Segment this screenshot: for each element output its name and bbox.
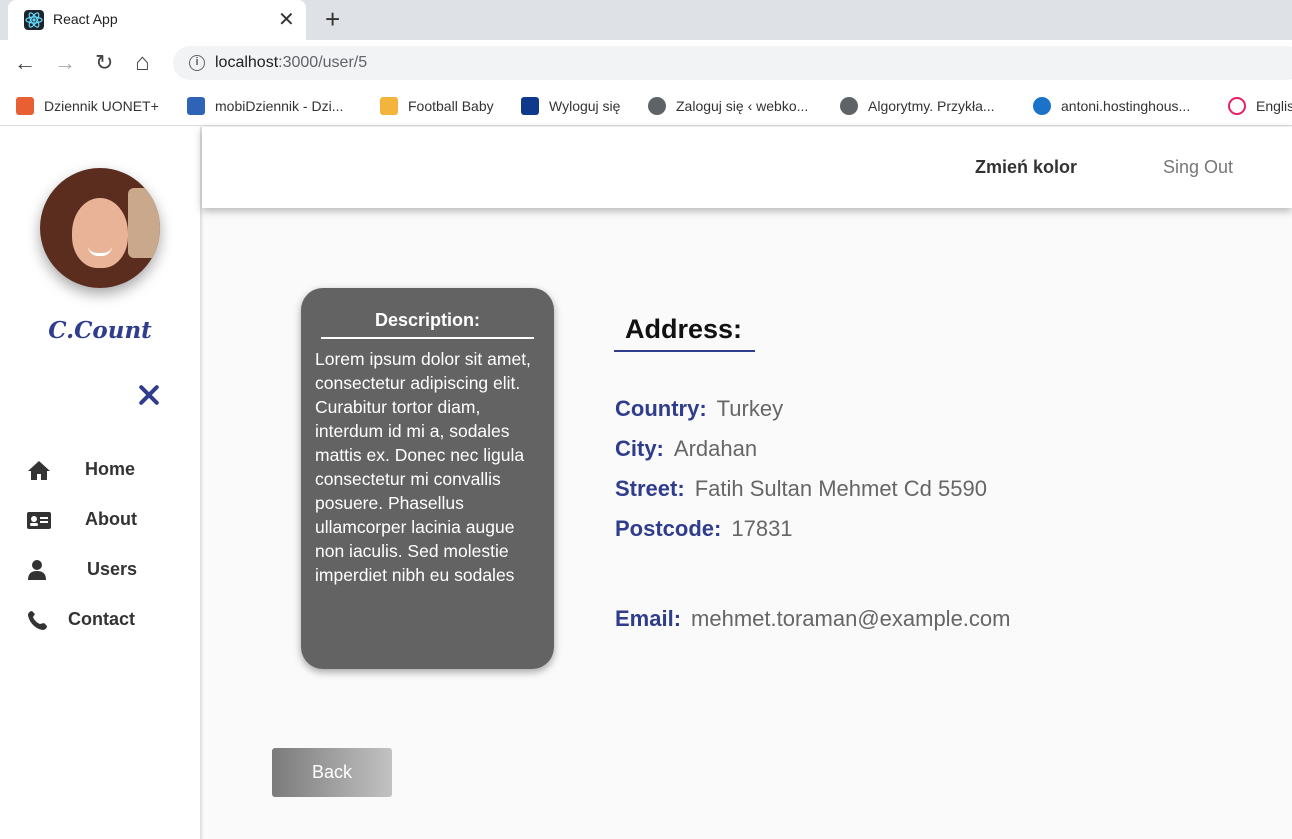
- user-icon: [26, 559, 52, 581]
- postcode-value: 17831: [731, 516, 793, 541]
- bookmark-item[interactable]: Algorytmy. Przykła...: [840, 95, 995, 117]
- phone-icon: [26, 609, 52, 631]
- new-tab-button[interactable]: +: [325, 5, 340, 33]
- sign-out-button[interactable]: Sing Out: [1163, 157, 1233, 178]
- street-label: Street:: [615, 476, 685, 501]
- city-value: Ardahan: [673, 436, 758, 461]
- bookmark-item[interactable]: mobiDziennik - Dzi...: [187, 95, 343, 117]
- street-field: Street: Fatih Sultan Mehmet Cd 5590: [615, 476, 987, 502]
- close-menu-icon[interactable]: [136, 382, 162, 408]
- back-button[interactable]: Back: [272, 748, 392, 797]
- bookmark-label: mobiDziennik - Dzi...: [215, 98, 344, 114]
- bookmark-favicon-icon: [16, 97, 34, 115]
- bookmark-item[interactable]: Englis: [1228, 95, 1292, 117]
- country-label: Country:: [615, 396, 707, 421]
- browser-tab[interactable]: React App ✕: [8, 0, 306, 40]
- id-card-icon: [26, 509, 52, 531]
- react-logo-icon: [24, 10, 44, 30]
- sidebar-item-label: Home: [85, 459, 136, 479]
- sidebar-item-about[interactable]: About: [26, 505, 186, 537]
- bookmark-label: Dziennik UONET+: [44, 98, 159, 114]
- url-path: :3000/user/5: [278, 54, 368, 71]
- bookmark-favicon-icon: [1228, 97, 1246, 115]
- brand-logo: C.Count: [48, 317, 152, 344]
- sidebar-item-contact[interactable]: Contact: [26, 605, 186, 637]
- sidebar-item-home[interactable]: Home: [26, 455, 186, 487]
- tab-title: React App: [53, 11, 118, 27]
- sidebar-item-label: Users: [87, 559, 138, 579]
- bookmark-label: Football Baby: [408, 98, 494, 114]
- bookmark-label: Wyloguj się: [549, 98, 621, 114]
- bookmark-item[interactable]: Football Baby: [380, 95, 494, 117]
- sidebar: C.Count Home About Users Contact: [0, 127, 200, 839]
- url-host: localhost: [215, 54, 279, 71]
- bookmarks-bar: Dziennik UONET+ mobiDziennik - Dzi... Fo…: [0, 87, 1292, 126]
- browser-toolbar: ← → ↻ ⌂ i localhost:3000/user/5: [0, 40, 1292, 87]
- bookmark-label: antoni.hostinghous...: [1061, 98, 1191, 114]
- description-title: Description:: [321, 310, 534, 339]
- email-value: mehmet.toraman@example.com: [691, 606, 1011, 631]
- bookmark-favicon-icon: [521, 97, 539, 115]
- address-title: Address:: [614, 314, 755, 352]
- bookmark-label: Algorytmy. Przykła...: [868, 98, 995, 114]
- email-label: Email:: [615, 606, 682, 631]
- country-value: Turkey: [716, 396, 784, 421]
- reload-icon[interactable]: ↻: [95, 51, 113, 75]
- url-text[interactable]: localhost:3000/user/5: [215, 54, 367, 72]
- street-value: Fatih Sultan Mehmet Cd 5590: [694, 476, 987, 501]
- postcode-field: Postcode: 17831: [615, 516, 793, 542]
- browser-tab-bar: React App ✕ +: [0, 0, 1292, 40]
- bookmark-item[interactable]: Wyloguj się: [521, 95, 620, 117]
- description-card: Description: Lorem ipsum dolor sit amet,…: [301, 288, 554, 669]
- home-icon: [26, 459, 52, 481]
- back-arrow-icon[interactable]: ←: [14, 51, 36, 75]
- description-text: Lorem ipsum dolor sit amet, consectetur …: [315, 349, 531, 585]
- city-field: City: Ardahan: [615, 436, 757, 462]
- bookmark-item[interactable]: antoni.hostinghous...: [1033, 95, 1190, 117]
- address-bar[interactable]: i localhost:3000/user/5: [173, 46, 1292, 80]
- bookmark-label: Englis: [1256, 98, 1292, 114]
- globe-icon: [840, 97, 858, 115]
- email-field: Email: mehmet.toraman@example.com: [615, 606, 1010, 632]
- bookmark-favicon-icon: [187, 97, 205, 115]
- bookmark-favicon-icon: [1033, 97, 1051, 115]
- globe-icon: [648, 97, 666, 115]
- avatar: [40, 168, 160, 288]
- bookmark-item[interactable]: Dziennik UONET+: [16, 95, 159, 117]
- app-header: Zmień kolor Sing Out: [202, 127, 1292, 208]
- sidebar-item-label: Contact: [68, 609, 135, 629]
- tab-close-icon[interactable]: ✕: [278, 7, 295, 32]
- country-field: Country: Turkey: [615, 396, 783, 422]
- bookmark-item[interactable]: Zaloguj się ‹ webko...: [648, 95, 808, 117]
- bookmark-favicon-icon: [380, 97, 398, 115]
- forward-arrow-icon[interactable]: →: [54, 51, 76, 75]
- postcode-label: Postcode:: [615, 516, 722, 541]
- change-color-button[interactable]: Zmień kolor: [975, 157, 1077, 178]
- bookmark-label: Zaloguj się ‹ webko...: [676, 98, 809, 114]
- home-browser-icon[interactable]: ⌂: [135, 51, 150, 75]
- sidebar-item-users[interactable]: Users: [26, 555, 186, 587]
- city-label: City:: [615, 436, 664, 461]
- info-icon[interactable]: i: [189, 55, 205, 71]
- sidebar-item-label: About: [85, 509, 137, 529]
